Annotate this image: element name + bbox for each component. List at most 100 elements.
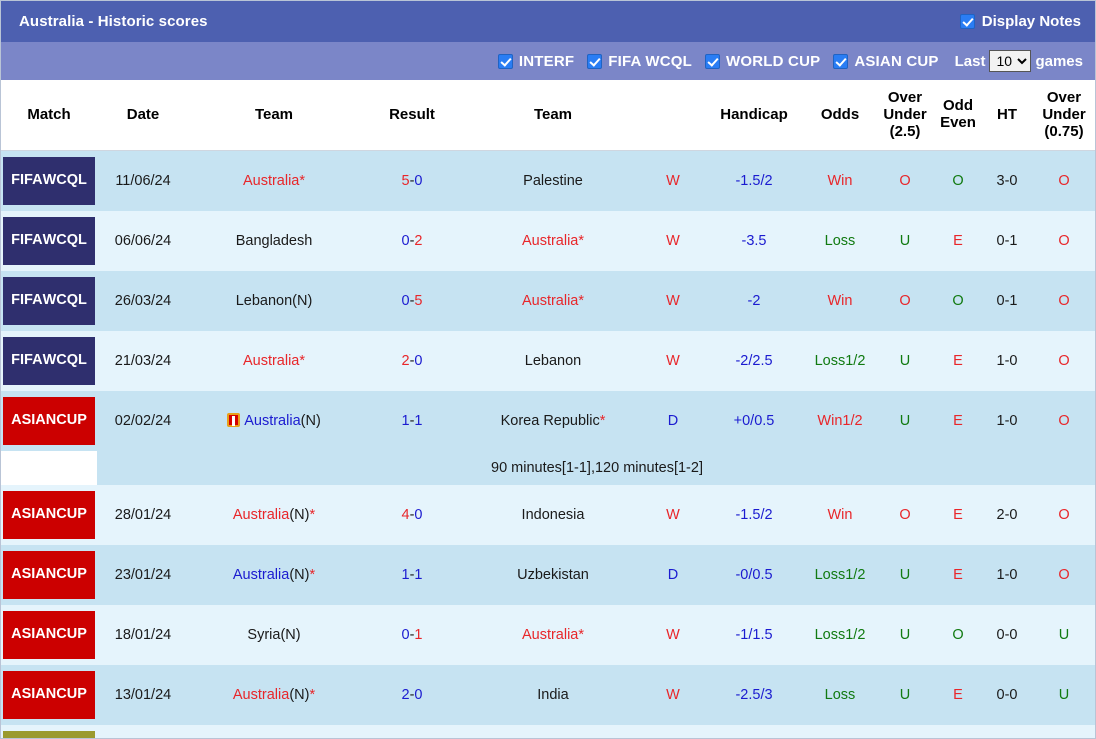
table-row[interactable]: FIFA WCQL 21/03/24 Australia* 2-0 Lebanon W -2/… bbox=[1, 331, 1095, 392]
team-home-star: * bbox=[299, 173, 306, 190]
table-header-row: Match Date Team Result Team Handicap Odd… bbox=[1, 80, 1095, 152]
cell-odds: Loss bbox=[803, 211, 877, 272]
cell-team-home[interactable]: Bangladesh bbox=[189, 211, 359, 272]
cell-team-away[interactable]: Australia* bbox=[465, 725, 641, 738]
note-badge-spacer bbox=[1, 451, 97, 486]
filter-asian-cup-checkbox[interactable] bbox=[833, 53, 849, 69]
league-filter-bar: INTERF FIFA WCQL WORLD CUP ASIAN CUP Las… bbox=[1, 42, 1095, 80]
cell-wdl: W bbox=[641, 271, 705, 332]
league-badge-line1: FIFA bbox=[11, 172, 43, 189]
cell-team-away[interactable]: Australia* bbox=[465, 211, 641, 272]
cell-over-under-075: O bbox=[1031, 391, 1095, 452]
filter-world-cup[interactable]: WORLD CUP bbox=[705, 53, 820, 70]
cell-over-under-25: O bbox=[877, 150, 933, 212]
cell-handicap: -2/2.5 bbox=[705, 331, 803, 392]
cell-ht: 1-0 bbox=[983, 545, 1031, 606]
wdl-value: W bbox=[666, 293, 680, 310]
ou25-value: U bbox=[899, 567, 911, 584]
odds-value: Loss bbox=[824, 233, 856, 250]
filter-fifa-wcql-checkbox[interactable] bbox=[587, 53, 603, 69]
cell-team-home[interactable]: Australia(N)* bbox=[189, 545, 359, 606]
filter-interf-checkbox[interactable] bbox=[497, 53, 513, 69]
league-badge-line1: ASIAN bbox=[11, 686, 57, 703]
handicap-value: -2 bbox=[747, 293, 761, 310]
cell-league: FIFA WCQL bbox=[1, 150, 97, 212]
result-home: 5 bbox=[401, 173, 410, 190]
ou25-value: U bbox=[899, 233, 911, 250]
cell-odds: Win bbox=[803, 150, 877, 212]
table-row[interactable]: ASIAN CUP 23/01/24 Australia(N)* 1-1 Uzbekist… bbox=[1, 545, 1095, 606]
column-header-wdl bbox=[641, 80, 705, 152]
league-badge-line1: ASIAN bbox=[11, 412, 57, 429]
cell-team-away[interactable]: India bbox=[465, 665, 641, 726]
table-row[interactable]: INTERF06/01/24Bahrain(N)0-2Australia*W-1… bbox=[1, 725, 1095, 738]
cell-team-away[interactable]: Palestine bbox=[465, 150, 641, 212]
ou25-line3: (2.5) bbox=[889, 122, 921, 140]
cell-team-home[interactable]: Bahrain(N) bbox=[189, 725, 359, 738]
cell-handicap: -1.5/2 bbox=[705, 150, 803, 212]
games-select-wrap[interactable]: 10203050 bbox=[989, 50, 1032, 72]
historic-scores-table: Match Date Team Result Team Handicap Odd… bbox=[1, 80, 1095, 738]
cell-team-home[interactable]: Australia* bbox=[189, 150, 359, 212]
display-notes-checkbox[interactable] bbox=[959, 14, 975, 29]
cell-over-under-25: O bbox=[877, 271, 933, 332]
team-away-star: * bbox=[578, 233, 585, 250]
cell-team-away[interactable]: Australia* bbox=[465, 605, 641, 666]
team-home-name: Syria bbox=[247, 627, 281, 644]
table-row[interactable]: FIFA WCQL 11/06/24 Australia* 5-0 Palestine W -… bbox=[1, 150, 1095, 212]
league-badge-line1: ASIAN bbox=[11, 506, 57, 523]
games-count-select[interactable]: 10203050 bbox=[989, 50, 1032, 72]
table-row[interactable]: FIFA WCQL 26/03/24 Lebanon(N) 0-5 Australia* W… bbox=[1, 271, 1095, 332]
cell-team-home[interactable]: Australia(N)* bbox=[189, 485, 359, 546]
oe-line2: Even bbox=[940, 114, 976, 132]
odds-value: Win1/2 bbox=[817, 413, 863, 430]
odds-value: Loss1/2 bbox=[814, 353, 866, 370]
cell-odds: Win bbox=[803, 271, 877, 332]
wdl-value: D bbox=[667, 413, 679, 430]
ou075-value: O bbox=[1058, 293, 1070, 310]
filter-interf[interactable]: INTERF bbox=[497, 53, 574, 70]
filter-fifa-wcql[interactable]: FIFA WCQL bbox=[587, 53, 692, 70]
table-row[interactable]: ASIAN CUP 02/02/24 Australia(N) 1-1 Korea Rep… bbox=[1, 391, 1095, 452]
table-row[interactable]: FIFA WCQL 06/06/24 Bangladesh 0-2 Australia* W… bbox=[1, 211, 1095, 272]
cell-team-home[interactable]: Lebanon(N) bbox=[189, 271, 359, 332]
team-home-name: Australia bbox=[232, 567, 290, 584]
cell-team-away[interactable]: Indonesia bbox=[465, 485, 641, 546]
handicap-value: -3.5 bbox=[741, 233, 767, 250]
cell-team-away[interactable]: Uzbekistan bbox=[465, 545, 641, 606]
team-home-name: Bangladesh bbox=[235, 233, 313, 250]
cell-result: 0-5 bbox=[359, 271, 465, 332]
cell-team-home[interactable]: Australia(N)* bbox=[189, 665, 359, 726]
cell-team-home[interactable]: Syria(N) bbox=[189, 605, 359, 666]
cell-team-away[interactable]: Australia* bbox=[465, 271, 641, 332]
league-badge-line2: CUP bbox=[56, 412, 87, 429]
filter-asian-cup[interactable]: ASIAN CUP bbox=[833, 53, 938, 70]
result-home: 0 bbox=[401, 233, 410, 250]
cell-ht: 0-1 bbox=[983, 211, 1031, 272]
table-row[interactable]: ASIAN CUP 28/01/24 Australia(N)* 4-0 Indonesi… bbox=[1, 485, 1095, 546]
team-away-star: * bbox=[599, 413, 606, 430]
filter-world-cup-checkbox[interactable] bbox=[705, 53, 721, 69]
ou075-line3: (0.75) bbox=[1044, 122, 1084, 140]
cell-ht: 2-0 bbox=[983, 485, 1031, 546]
filter-asian-cup-label: ASIAN CUP bbox=[854, 52, 939, 70]
result-away: 0 bbox=[414, 507, 423, 524]
ou25-value: U bbox=[899, 413, 911, 430]
cell-team-away[interactable]: Korea Republic* bbox=[465, 391, 641, 452]
odds-value: Win bbox=[827, 173, 853, 190]
result-home: 0 bbox=[401, 627, 410, 644]
handicap-value: -2.5/3 bbox=[735, 687, 773, 704]
cell-result: 0-2 bbox=[359, 211, 465, 272]
table-row[interactable]: ASIAN CUP 18/01/24 Syria(N) 0-1 Australia* W -1… bbox=[1, 605, 1095, 666]
ou075-value: O bbox=[1058, 567, 1070, 584]
team-home-star: * bbox=[299, 353, 306, 370]
team-away-name: India bbox=[537, 687, 569, 704]
odds-value: Win bbox=[827, 507, 853, 524]
table-row[interactable]: ASIAN CUP 13/01/24 Australia(N)* 2-0 India W -2… bbox=[1, 665, 1095, 726]
cell-odd-even: E bbox=[933, 725, 983, 738]
cell-team-home[interactable]: Australia(N) bbox=[189, 391, 359, 452]
cell-team-home[interactable]: Australia* bbox=[189, 331, 359, 392]
league-badge-line2: WCQL bbox=[42, 292, 87, 309]
cell-ht: 3-0 bbox=[983, 150, 1031, 212]
cell-team-away[interactable]: Lebanon bbox=[465, 331, 641, 392]
